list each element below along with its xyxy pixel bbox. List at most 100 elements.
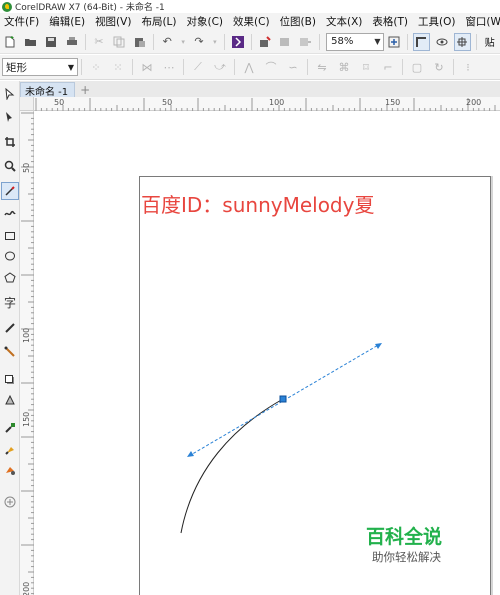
- shape-tool-icon[interactable]: [1, 108, 19, 126]
- parallel-dimension-tool-icon[interactable]: [1, 319, 19, 337]
- publish-pdf-icon[interactable]: [298, 33, 314, 51]
- cusp-node-icon[interactable]: ⋀: [240, 58, 258, 76]
- add-document-tab-icon[interactable]: +: [78, 83, 92, 97]
- new-document-icon[interactable]: [2, 33, 18, 51]
- smooth-node-icon[interactable]: ⌒: [262, 58, 280, 76]
- menu-file[interactable]: 文件(F): [0, 14, 45, 29]
- break-curve-icon[interactable]: ⋯: [160, 58, 178, 76]
- watermark-brand: 百科全说: [366, 526, 443, 548]
- extend-curve-icon[interactable]: ⌘: [335, 58, 353, 76]
- coreldraw-logo-icon: [2, 1, 12, 12]
- drawing-canvas[interactable]: 百度ID：sunnyMelody夏 百科全说 助你轻松解决: [35, 112, 500, 595]
- menu-effects[interactable]: 效果(C): [229, 14, 276, 29]
- ruler-label: 200: [22, 581, 31, 595]
- horizontal-ruler[interactable]: 50 50 100 150 200: [34, 97, 500, 111]
- undo-dropdown-icon[interactable]: ▾: [179, 33, 186, 51]
- symmetrical-node-icon[interactable]: ∽: [284, 58, 302, 76]
- delete-node-icon[interactable]: ⁙: [109, 58, 127, 76]
- artistic-media-tool-icon[interactable]: [1, 205, 19, 223]
- undo-icon[interactable]: ↶: [159, 33, 175, 51]
- watermark-brand-sub: 助你轻松解决: [372, 550, 441, 564]
- reverse-direction-icon[interactable]: ⇋: [313, 58, 331, 76]
- chevron-down-icon: ▼: [67, 62, 74, 72]
- crop-tool-icon[interactable]: [1, 133, 19, 151]
- document-tab[interactable]: 未命名 -1: [20, 82, 76, 98]
- paste-icon[interactable]: [132, 33, 148, 51]
- connector-tool-icon[interactable]: [1, 343, 19, 361]
- full-screen-preview-icon[interactable]: [386, 33, 402, 51]
- freehand-tool-icon[interactable]: [1, 182, 19, 200]
- menu-table[interactable]: 表格(T): [368, 14, 414, 29]
- vertical-ruler-ticks: [21, 112, 34, 595]
- smart-fill-tool-icon[interactable]: [1, 461, 19, 479]
- zoom-level-value: 58%: [331, 36, 354, 47]
- add-tool-icon[interactable]: [1, 493, 19, 511]
- stretch-nodes-icon[interactable]: ▢: [408, 58, 426, 76]
- toolbar-separator: [250, 33, 252, 50]
- ellipse-tool-icon[interactable]: [1, 247, 19, 265]
- convert-to-curve-icon[interactable]: ⤻: [211, 58, 229, 76]
- show-grid-icon[interactable]: [434, 33, 450, 51]
- menu-window[interactable]: 窗口(W): [461, 14, 500, 29]
- redo-icon[interactable]: ↷: [191, 33, 207, 51]
- zoom-tool-icon[interactable]: [1, 157, 19, 175]
- control-handle-arrow-start[interactable]: [187, 451, 194, 457]
- horizontal-ruler-ticks: [35, 98, 496, 111]
- menu-bitmaps[interactable]: 位图(B): [276, 14, 322, 29]
- search-content-icon[interactable]: [229, 33, 245, 51]
- cut-icon[interactable]: ✂: [91, 33, 107, 51]
- vertical-ruler[interactable]: 50 100 150 200: [20, 111, 34, 595]
- toolbar-separator: [153, 33, 155, 50]
- copy-icon[interactable]: [111, 33, 127, 51]
- toolbox: 字: [0, 81, 20, 595]
- pick-tool-icon[interactable]: [1, 85, 19, 103]
- title-bar: CorelDRAW X7 (64-Bit) - 未命名 -1: [0, 0, 500, 13]
- ruler-origin[interactable]: [20, 97, 34, 111]
- property-bar: 矩形 ▼ ⁘ ⁙ ⋈ ⋯ ⟋ ⤻ ⋀ ⌒ ∽ ⇋ ⌘ ⌑ ⌐ ▢ ↻ ⁝: [0, 55, 500, 80]
- ruler-label: 50: [54, 98, 65, 107]
- rotate-nodes-icon[interactable]: ↻: [430, 58, 448, 76]
- print-icon[interactable]: [63, 33, 79, 51]
- show-guidelines-icon[interactable]: [453, 32, 471, 51]
- save-icon[interactable]: [43, 33, 59, 51]
- interactive-fill-tool-icon[interactable]: [1, 441, 19, 459]
- text-tool-glyph: 字: [3, 295, 16, 310]
- menu-view[interactable]: 视图(V): [91, 14, 137, 29]
- menu-edit[interactable]: 编辑(E): [45, 14, 91, 29]
- add-node-icon[interactable]: ⁘: [87, 58, 105, 76]
- import-icon[interactable]: [257, 33, 273, 51]
- transparency-tool-icon[interactable]: [1, 391, 19, 409]
- drop-shadow-tool-icon[interactable]: [1, 371, 19, 389]
- toolbar-separator: [81, 59, 82, 75]
- open-folder-icon[interactable]: [22, 33, 38, 51]
- toolbar-separator: [183, 59, 184, 75]
- rectangle-tool-icon[interactable]: [1, 227, 19, 245]
- curve-node-handle[interactable]: [279, 395, 287, 403]
- menu-text[interactable]: 文本(X): [322, 14, 368, 29]
- menu-object[interactable]: 对象(C): [183, 14, 230, 29]
- menu-layout[interactable]: 布局(L): [137, 14, 182, 29]
- toolbar-separator: [223, 33, 225, 50]
- toolbar-separator: [453, 59, 454, 75]
- menu-bar: 文件(F) 编辑(E) 视图(V) 布局(L) 对象(C) 效果(C) 位图(B…: [0, 13, 500, 30]
- redo-dropdown-icon[interactable]: ▾: [211, 33, 218, 51]
- ruler-label: 150: [22, 411, 31, 427]
- toolbar-separator: [234, 59, 235, 75]
- export-icon[interactable]: [277, 33, 293, 51]
- join-nodes-icon[interactable]: ⋈: [138, 58, 156, 76]
- show-rulers-icon[interactable]: [412, 32, 430, 51]
- bezier-curve[interactable]: [180, 398, 284, 534]
- close-curve-icon[interactable]: ⌐: [379, 58, 397, 76]
- align-nodes-icon[interactable]: ⁝: [459, 58, 477, 76]
- zoom-level-select[interactable]: 58% ▼: [326, 32, 384, 51]
- color-eyedropper-tool-icon[interactable]: [1, 419, 19, 437]
- polygon-tool-icon[interactable]: [1, 269, 19, 287]
- text-tool-icon[interactable]: 字: [1, 293, 19, 311]
- snap-to-label[interactable]: 贴: [482, 33, 498, 51]
- menu-tools[interactable]: 工具(O): [414, 14, 461, 29]
- toolbar-separator: [132, 59, 133, 75]
- extract-subpath-icon[interactable]: ⌑: [357, 58, 375, 76]
- shape-type-select[interactable]: 矩形 ▼: [2, 58, 78, 76]
- convert-to-line-icon[interactable]: ⟋: [189, 58, 207, 76]
- toolbar-separator: [406, 33, 408, 50]
